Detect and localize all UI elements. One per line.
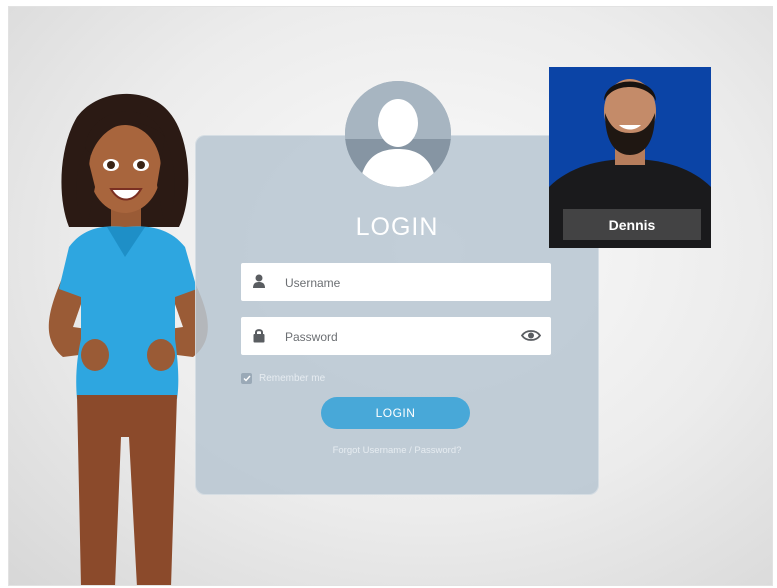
- remember-checkbox[interactable]: [241, 372, 252, 384]
- eye-icon[interactable]: [520, 329, 542, 347]
- user-icon: [253, 274, 265, 293]
- person-name-label: Dennis: [563, 209, 701, 240]
- user-silhouette-icon: [345, 81, 451, 187]
- forgot-credentials-link[interactable]: Forgot Username / Password?: [195, 445, 599, 456]
- checkmark-icon: [243, 375, 251, 382]
- slide-stage: LOGIN Rem: [8, 6, 773, 586]
- username-field[interactable]: [241, 263, 551, 303]
- lock-icon: [253, 328, 265, 348]
- remember-me-row[interactable]: Remember me: [241, 371, 325, 385]
- password-input[interactable]: [283, 317, 507, 357]
- username-input[interactable]: [283, 263, 507, 303]
- login-button[interactable]: LOGIN: [321, 397, 470, 429]
- remember-label: Remember me: [259, 372, 326, 384]
- login-card: [195, 135, 599, 495]
- password-field[interactable]: [241, 317, 551, 357]
- login-title: LOGIN: [355, 213, 439, 241]
